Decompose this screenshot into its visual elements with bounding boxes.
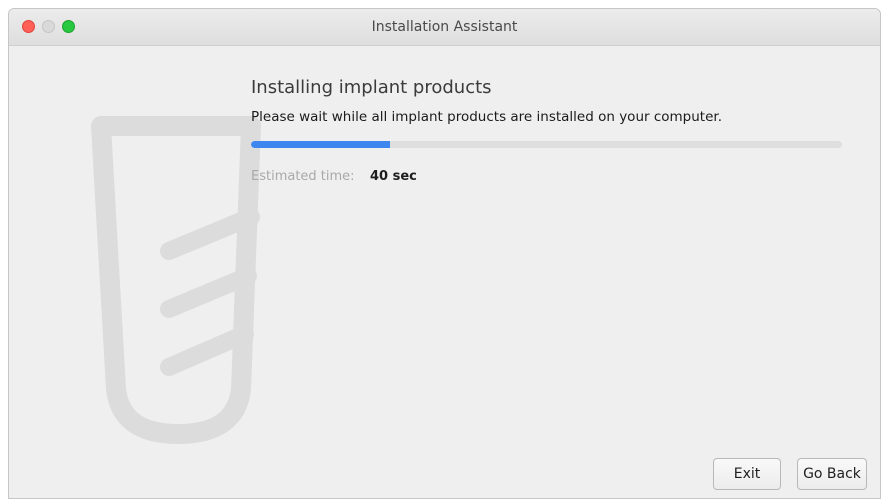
page-title: Installing implant products — [251, 77, 492, 98]
estimated-time-label: Estimated time: — [251, 169, 355, 184]
page-subtitle: Please wait while all implant products a… — [251, 109, 723, 125]
exit-button[interactable]: Exit — [713, 458, 781, 490]
install-progress-bar — [251, 141, 842, 148]
implant-icon — [91, 116, 261, 444]
install-progress-fill — [251, 141, 390, 148]
title-bar: Installation Assistant — [9, 9, 880, 46]
installer-window: Installation Assistant Installing implan… — [8, 8, 881, 499]
go-back-button[interactable]: Go Back — [797, 458, 867, 490]
window-title: Installation Assistant — [371, 19, 518, 35]
estimated-time-value: 40 sec — [370, 169, 417, 184]
